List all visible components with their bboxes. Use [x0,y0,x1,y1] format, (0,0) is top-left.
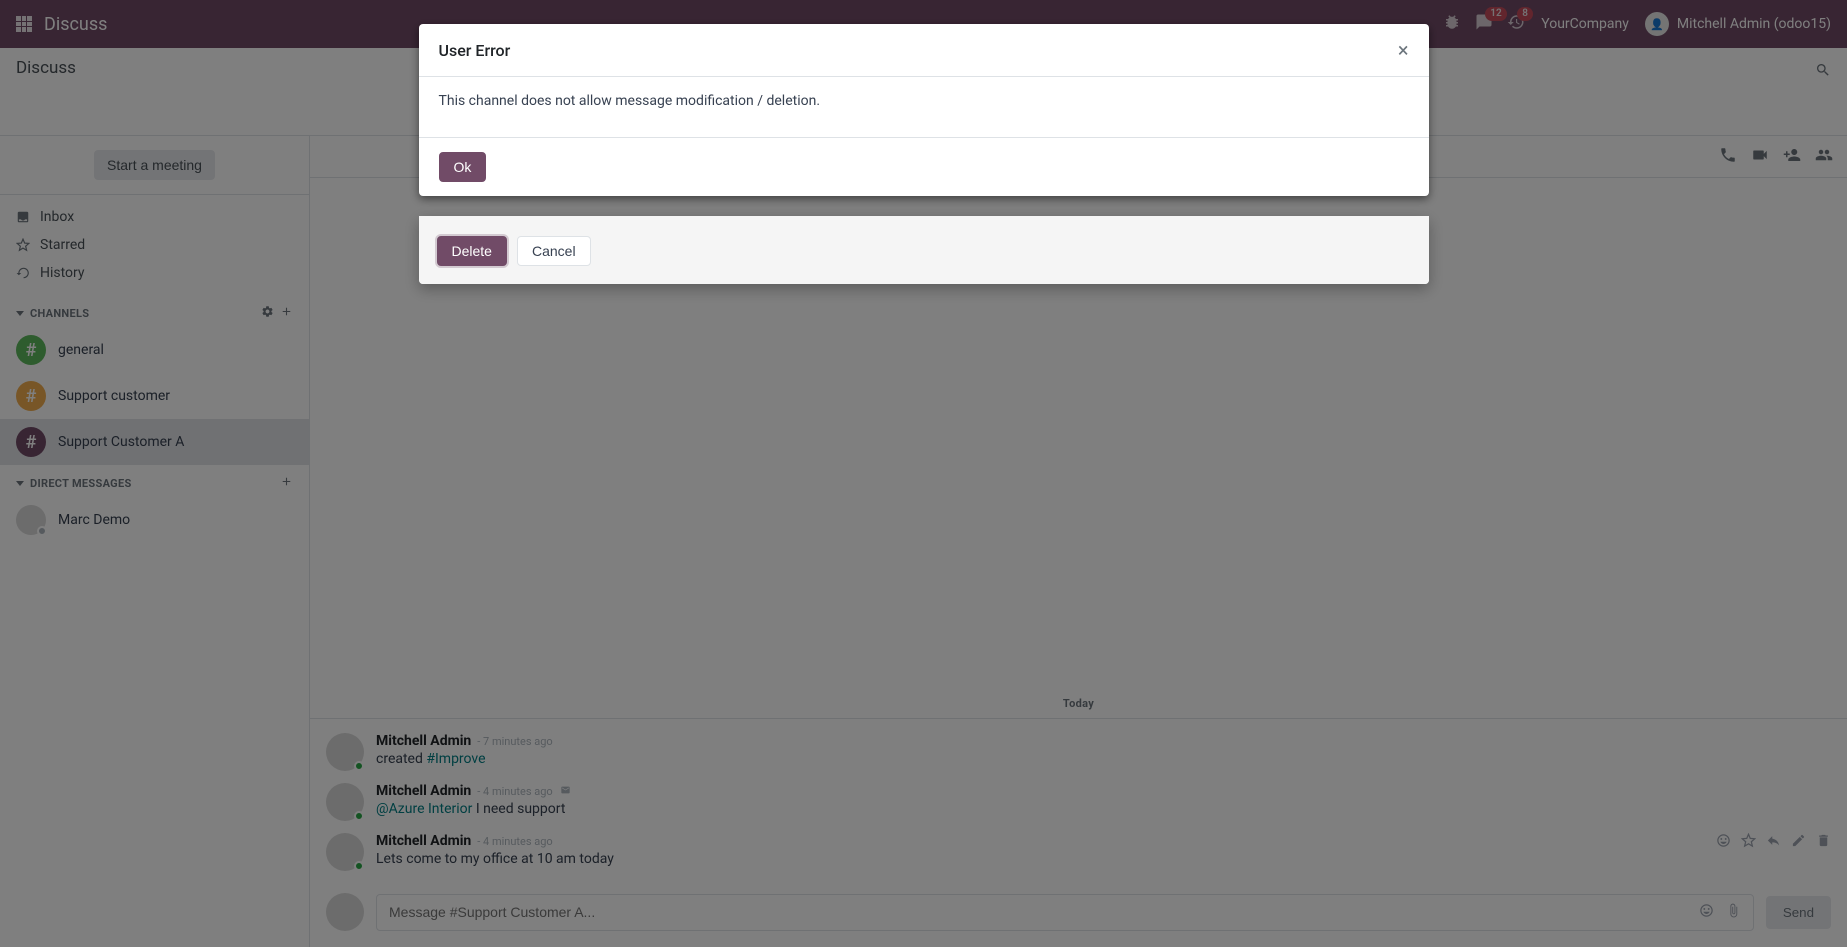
modal-title: User Error [439,41,511,60]
delete-button[interactable]: Delete [437,236,507,266]
ok-button[interactable]: Ok [439,152,487,182]
confirm-delete-modal: Delete Cancel [419,216,1429,284]
close-icon[interactable]: × [1398,40,1409,60]
modal-body: This channel does not allow message modi… [419,77,1429,137]
error-modal: User Error × This channel does not allow… [419,24,1429,196]
cancel-button[interactable]: Cancel [517,236,591,266]
